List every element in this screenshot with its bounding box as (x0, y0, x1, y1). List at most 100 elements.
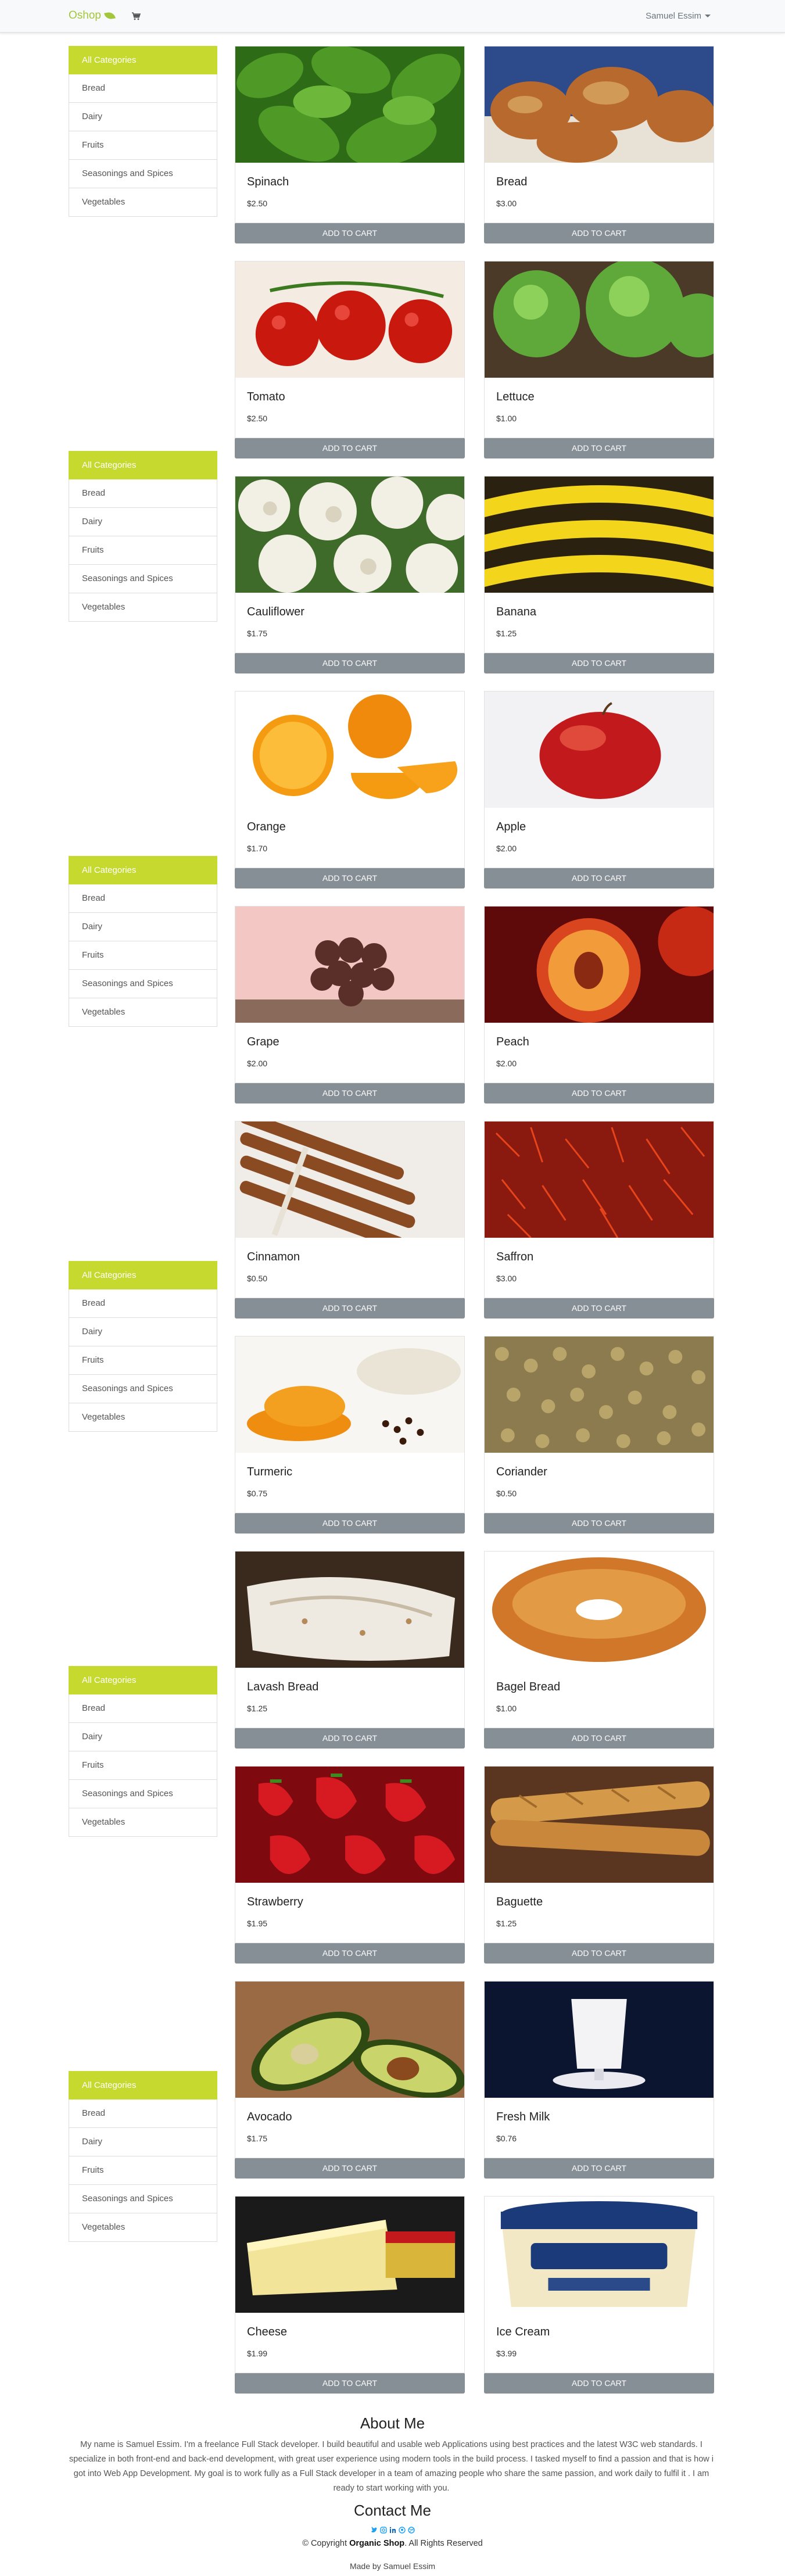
add-to-cart-button[interactable]: Add to Cart (484, 1513, 714, 1534)
add-to-cart-button[interactable]: Add to Cart (235, 1513, 465, 1534)
sidebar-item-seasonings-and-spices[interactable]: Seasonings and Spices (69, 160, 217, 188)
product-card-body: Spinach $2.50 (235, 46, 465, 223)
add-to-cart-button[interactable]: Add to Cart (235, 438, 465, 458)
sidebar-item-fruits[interactable]: Fruits (69, 1751, 217, 1780)
shopping-cart-icon[interactable] (131, 12, 141, 21)
twitter-icon[interactable] (371, 2527, 378, 2534)
product-price: $2.00 (496, 844, 517, 853)
product-price: $3.00 (496, 199, 517, 208)
add-to-cart-button[interactable]: Add to Cart (235, 1728, 465, 1749)
product-name: Turmeric (247, 1466, 293, 1478)
add-to-cart-button[interactable]: Add to Cart (235, 1298, 465, 1319)
product-image-cauliflower (235, 476, 464, 596)
sidebar-item-all-categories[interactable]: All Categories (69, 1261, 217, 1289)
product-card: Bagel Bread $1.00 Add to Cart (484, 1551, 714, 1749)
sidebar-item-fruits[interactable]: Fruits (69, 131, 217, 160)
sidebar-item-vegetables[interactable]: Vegetables (69, 1808, 217, 1837)
add-to-cart-button[interactable]: Add to Cart (235, 2373, 465, 2394)
sidebar-item-bread[interactable]: Bread (69, 1694, 217, 1723)
product-card-body: Banana $1.25 (484, 476, 714, 653)
add-to-cart-button[interactable]: Add to Cart (484, 1083, 714, 1104)
sidebar-item-seasonings-and-spices[interactable]: Seasonings and Spices (69, 1375, 217, 1403)
sidebar-item-bread[interactable]: Bread (69, 1289, 217, 1318)
sidebar-item-vegetables[interactable]: Vegetables (69, 2213, 217, 2242)
product-card: Ice Cream $3.99 Add to Cart (484, 2196, 714, 2394)
add-to-cart-button[interactable]: Add to Cart (484, 1943, 714, 1964)
sidebar-item-fruits[interactable]: Fruits (69, 2156, 217, 2185)
sidebar-item-bread[interactable]: Bread (69, 479, 217, 508)
sidebar-item-bread[interactable]: Bread (69, 74, 217, 103)
linkedin-icon[interactable] (389, 2527, 396, 2534)
sidebar-item-all-categories[interactable]: All Categories (69, 856, 217, 884)
add-to-cart-button[interactable]: Add to Cart (484, 2373, 714, 2394)
sidebar-item-seasonings-and-spices[interactable]: Seasonings and Spices (69, 565, 217, 593)
sidebar-item-bread[interactable]: Bread (69, 884, 217, 913)
product-card: Grape $2.00 Add to Cart (235, 906, 465, 1104)
product-image-avocado (235, 1982, 464, 2098)
about-title: About Me (360, 2414, 425, 2432)
sidebar-item-all-categories[interactable]: All Categories (69, 46, 217, 74)
add-to-cart-button[interactable]: Add to Cart (484, 653, 714, 673)
product-price: $1.00 (496, 414, 517, 423)
sidebar-item-seasonings-and-spices[interactable]: Seasonings and Spices (69, 1780, 217, 1808)
add-to-cart-button[interactable]: Add to Cart (484, 438, 714, 458)
sidebar-item-seasonings-and-spices[interactable]: Seasonings and Spices (69, 2185, 217, 2213)
product-image-lettuce (485, 261, 714, 378)
sidebar-item-dairy[interactable]: Dairy (69, 913, 217, 941)
product-name: Baguette (496, 1896, 543, 1908)
product-image-bagel (485, 1552, 714, 1668)
add-to-cart-button[interactable]: Add to Cart (235, 868, 465, 888)
product-name: Avocado (247, 2111, 292, 2123)
sidebar-item-dairy[interactable]: Dairy (69, 1318, 217, 1346)
add-to-cart-button[interactable]: Add to Cart (484, 2158, 714, 2179)
add-to-cart-button[interactable]: Add to Cart (484, 1298, 714, 1319)
sidebar-item-fruits[interactable]: Fruits (69, 1346, 217, 1375)
sidebar-item-fruits[interactable]: Fruits (69, 941, 217, 970)
sidebar-item-vegetables[interactable]: Vegetables (69, 593, 217, 622)
sidebar-item-all-categories[interactable]: All Categories (69, 2071, 217, 2100)
product-image-milk (485, 1982, 714, 2098)
add-to-cart-button[interactable]: Add to Cart (235, 1083, 465, 1104)
sidebar-item-dairy[interactable]: Dairy (69, 1723, 217, 1751)
sidebar-item-dairy[interactable]: Dairy (69, 508, 217, 536)
sidebar-item-dairy[interactable]: Dairy (69, 2128, 217, 2156)
sidebar-item-seasonings-and-spices[interactable]: Seasonings and Spices (69, 970, 217, 998)
product-price: $2.50 (247, 199, 268, 208)
instagram-icon[interactable] (379, 2527, 387, 2534)
product-image-icecream (485, 2197, 714, 2313)
product-name: Cinnamon (247, 1251, 300, 1263)
leaf-icon (104, 11, 116, 20)
product-name: Lettuce (496, 390, 535, 403)
sidebar-item-fruits[interactable]: Fruits (69, 536, 217, 565)
product-image-lavash (235, 1552, 464, 1668)
product-card-body: Saffron $3.00 (484, 1121, 714, 1298)
add-to-cart-button[interactable]: Add to Cart (235, 223, 465, 243)
product-name: Orange (247, 821, 286, 833)
github-icon[interactable] (398, 2527, 406, 2534)
sidebar-item-all-categories[interactable]: All Categories (69, 1666, 217, 1694)
product-name: Grape (247, 1036, 279, 1048)
add-to-cart-button[interactable]: Add to Cart (235, 2158, 465, 2179)
category-sidebar: All Categories Bread Dairy Fruits Seasonings… (69, 2071, 217, 2242)
dribbble-icon[interactable] (407, 2527, 415, 2534)
add-to-cart-button[interactable]: Add to Cart (235, 1943, 465, 1964)
product-card: Tomato $2.50 Add to Cart (235, 261, 465, 458)
sidebar-item-vegetables[interactable]: Vegetables (69, 188, 217, 217)
brand-link[interactable]: Oshop (69, 9, 116, 22)
sidebar-item-vegetables[interactable]: Vegetables (69, 998, 217, 1027)
user-name: Samuel Essim (646, 11, 701, 21)
sidebar-item-all-categories[interactable]: All Categories (69, 451, 217, 479)
sidebar-item-dairy[interactable]: Dairy (69, 103, 217, 131)
sidebar-item-bread[interactable]: Bread (69, 2100, 217, 2128)
sidebar-item-vegetables[interactable]: Vegetables (69, 1403, 217, 1432)
product-name: Strawberry (247, 1896, 303, 1908)
product-image-spinach (235, 46, 464, 166)
product-card: Saffron $3.00 Add to Cart (484, 1121, 714, 1319)
add-to-cart-button[interactable]: Add to Cart (484, 223, 714, 243)
copyright-suffix: . All Rights Reserved (404, 2539, 483, 2548)
add-to-cart-button[interactable]: Add to Cart (235, 653, 465, 673)
add-to-cart-button[interactable]: Add to Cart (484, 868, 714, 888)
add-to-cart-button[interactable]: Add to Cart (484, 1728, 714, 1749)
user-menu-dropdown[interactable]: Samuel Essim (646, 11, 711, 21)
category-sidebar: All Categories Bread Dairy Fruits Seasonings… (69, 46, 217, 217)
